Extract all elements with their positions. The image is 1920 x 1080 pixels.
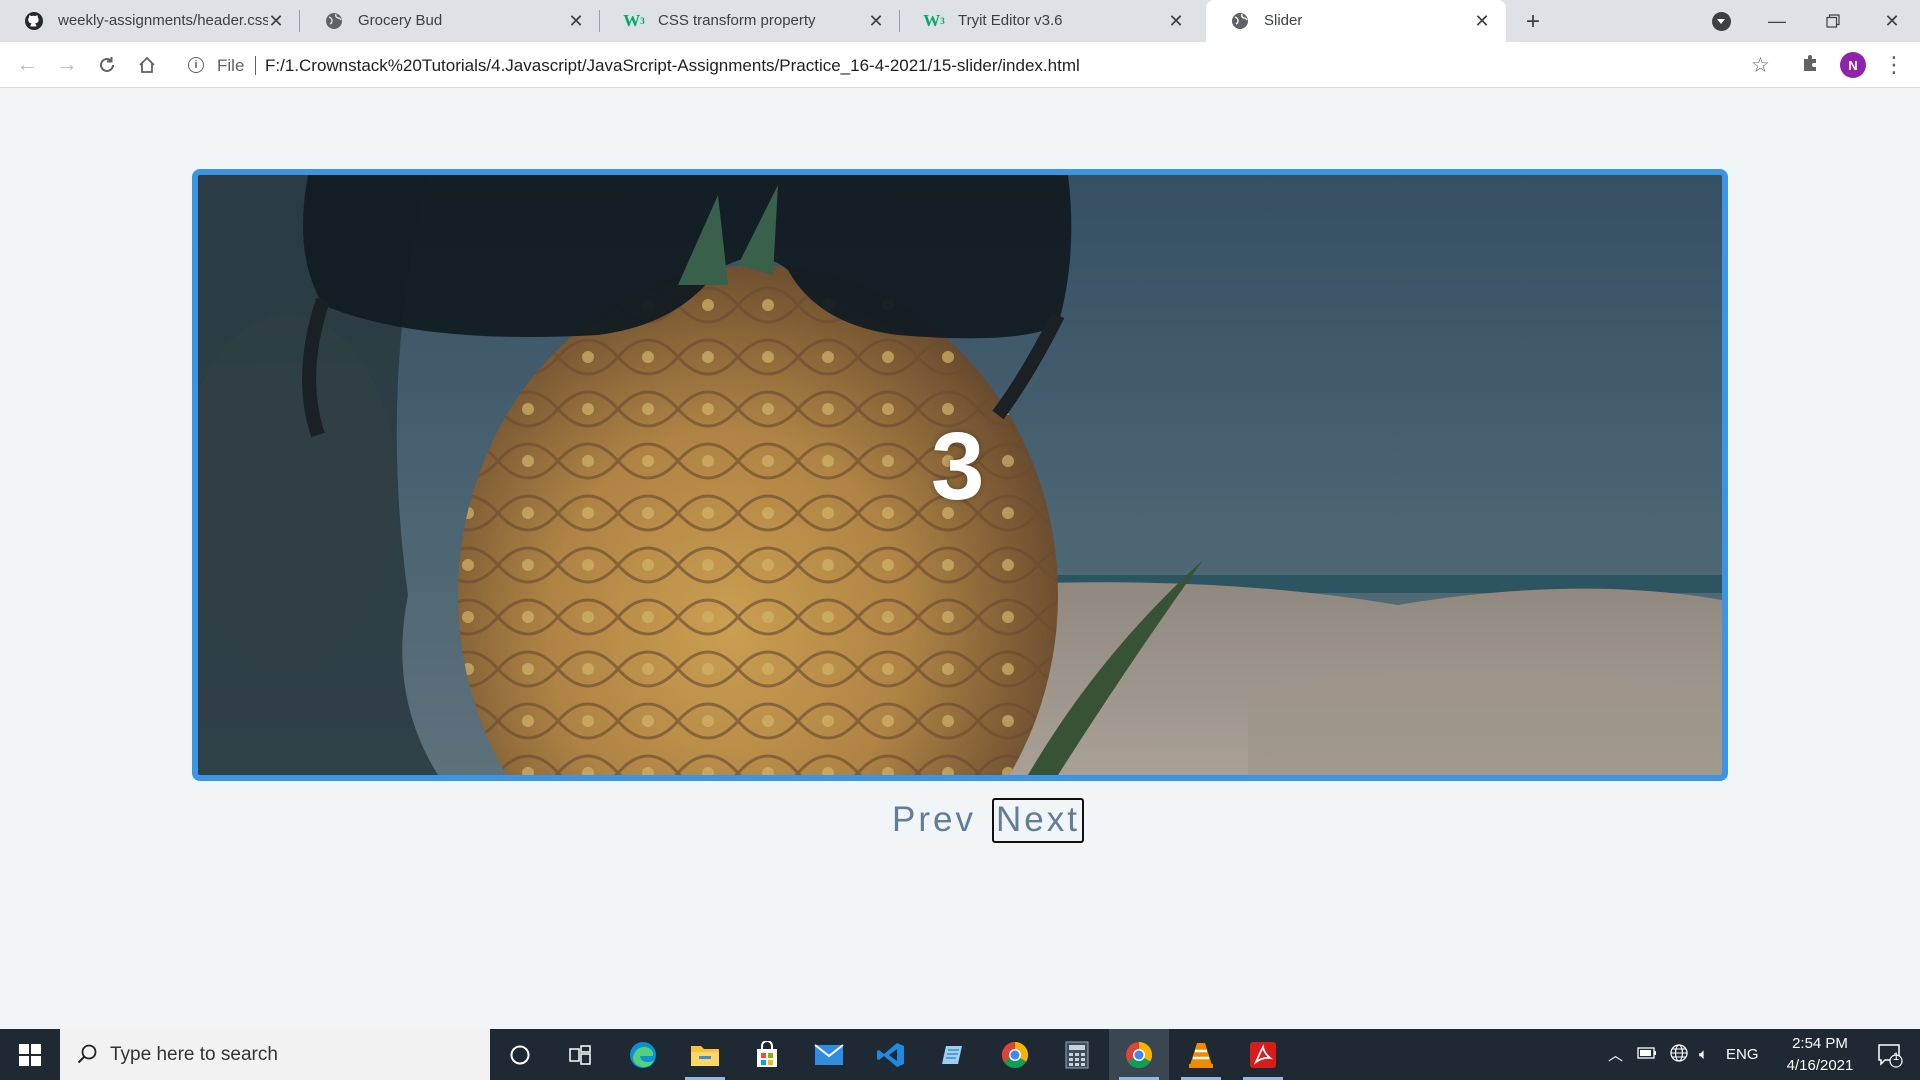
taskbar-search[interactable]: Type here to search [60,1029,490,1080]
profile-avatar[interactable]: N [1840,52,1866,78]
browser-toolbar: ← → i File F:/1.Crownstack%20Tutorials/4… [0,42,1920,88]
chrome-icon[interactable] [1109,1029,1169,1080]
slider-controls: Prev Next [0,797,1920,843]
close-icon[interactable]: ✕ [566,11,586,31]
prev-button[interactable]: Prev [888,798,980,843]
windows-taskbar: Type here to search ︿ 🔈︎ ENG 2:54 PM 4/1… [0,1029,1920,1080]
info-icon[interactable]: i [188,57,204,73]
battery-icon[interactable] [1637,1046,1657,1063]
github-icon [24,11,44,31]
vlc-icon[interactable] [1171,1029,1231,1080]
close-icon[interactable]: ✕ [266,11,286,31]
notepad-icon[interactable] [923,1029,983,1080]
browser-menu-icon[interactable]: ⋮ [1883,51,1905,79]
notification-count: 1 [1893,1051,1900,1063]
acrobat-icon[interactable] [1233,1029,1293,1080]
home-button[interactable] [132,50,162,80]
tab-title: Grocery Bud [358,12,443,29]
store-icon[interactable] [737,1029,797,1080]
tab-title: weekly-assignments/header.css a [58,12,268,29]
clock-time: 2:54 PM [1792,1035,1848,1052]
reload-button[interactable] [92,50,122,80]
bookmark-star-icon[interactable]: ☆ [1751,53,1770,78]
globe-icon [1230,11,1250,31]
back-button[interactable]: ← [12,50,42,80]
tab-weekly-assignments[interactable]: weekly-assignments/header.css a ✕ [0,0,300,42]
tab-search-icon[interactable] [1712,12,1731,31]
show-hidden-icons-icon[interactable]: ︿ [1608,1044,1623,1065]
address-scheme: File [217,56,245,75]
close-window-button[interactable]: ✕ [1864,0,1920,42]
system-clock[interactable]: 2:54 PM 4/16/2021 [1770,1033,1870,1077]
browser-tab-strip: weekly-assignments/header.css a ✕ Grocer… [0,0,1920,42]
tab-css-transform[interactable]: W3 CSS transform property ✕ [600,0,900,42]
forward-button[interactable]: → [52,50,82,80]
tab-title: CSS transform property [658,12,816,29]
volume-icon[interactable]: 🔈︎ [1699,1046,1708,1063]
search-placeholder: Type here to search [110,1044,278,1065]
slide-number: 3 [198,175,1722,775]
address-url[interactable]: F:/1.Crownstack%20Tutorials/4.Javascript… [265,56,1080,76]
tab-grocery-bud[interactable]: Grocery Bud ✕ [300,0,600,42]
tab-tryit-editor[interactable]: W3 Tryit Editor v3.6 ✕ [900,0,1200,42]
tab-title: Tryit Editor v3.6 [958,12,1063,29]
file-explorer-icon[interactable] [675,1029,735,1080]
next-button[interactable]: Next [992,797,1084,843]
chrome-icon[interactable] [985,1029,1045,1080]
home-icon [139,56,155,73]
search-icon [76,1043,98,1071]
start-button[interactable] [0,1029,60,1080]
minimize-button[interactable]: — [1749,0,1805,42]
clock-date: 4/16/2021 [1786,1057,1854,1074]
windows-logo-icon [19,1043,41,1066]
cortana-icon[interactable] [490,1029,550,1080]
calculator-icon[interactable] [1047,1029,1107,1080]
tab-slider[interactable]: Slider ✕ [1206,0,1506,42]
mail-icon[interactable] [799,1029,859,1080]
close-icon[interactable]: ✕ [1166,11,1186,31]
edge-icon[interactable] [613,1029,673,1080]
language-indicator[interactable]: ENG [1726,1046,1759,1063]
notifications-icon[interactable]: 1 [1860,1029,1920,1080]
slider-container: 3 [192,169,1728,781]
w3schools-icon: W3 [623,11,645,30]
w3schools-icon: W3 [923,11,945,30]
task-view-icon[interactable] [550,1029,610,1080]
network-globe-icon[interactable] [1669,1043,1689,1067]
close-icon[interactable]: ✕ [866,11,886,31]
address-bar[interactable]: i File F:/1.Crownstack%20Tutorials/4.Jav… [170,48,1770,82]
tab-title: Slider [1264,12,1303,29]
vscode-icon[interactable] [861,1029,921,1080]
close-icon[interactable]: ✕ [1472,11,1492,31]
restore-button[interactable] [1805,0,1861,42]
extensions-puzzle-icon[interactable] [1801,53,1823,75]
globe-icon [324,11,344,31]
slide-number-text: 3 [931,413,985,520]
reload-icon [100,57,114,72]
new-tab-button[interactable]: + [1520,8,1546,35]
